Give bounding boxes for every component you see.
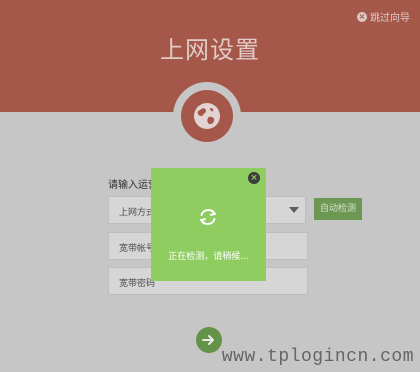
refresh-icon	[200, 209, 216, 225]
close-icon[interactable]: ×	[248, 172, 260, 184]
detecting-dialog: × 正在检测，请稍候...	[151, 168, 266, 281]
detecting-message: 正在检测，请稍候...	[168, 252, 249, 262]
watermark: www.tplogincn.com	[221, 347, 414, 367]
